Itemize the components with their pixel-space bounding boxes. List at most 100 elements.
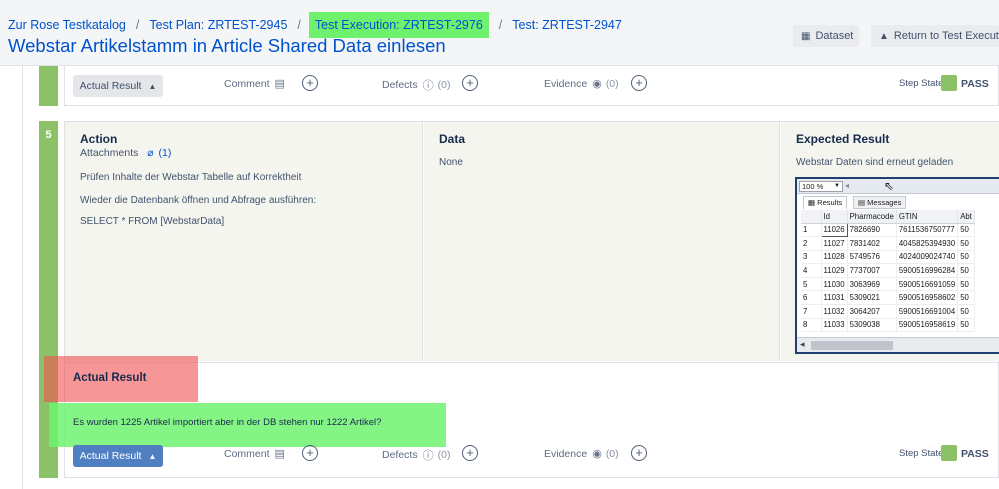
step-state-label: Step State: [899, 78, 944, 89]
actual-result-label: Actual Result: [79, 80, 142, 92]
info-icon: ⓘ: [422, 80, 434, 92]
cell: 11026: [820, 222, 848, 238]
row-number: 5: [801, 277, 822, 292]
double-chevron-up-icon: ▲: [148, 81, 157, 91]
return-to-test-execution-button[interactable]: ▲ Return to Test Execution: [871, 25, 999, 47]
column-header: Id: [821, 210, 848, 224]
attachments-count[interactable]: (1): [159, 147, 172, 159]
step-toolbar: Actual Result ▲ Comment ▤ + Defects ⓘ (0…: [65, 75, 999, 101]
step-state-value[interactable]: PASS: [961, 448, 989, 460]
add-comment-button[interactable]: +: [302, 445, 318, 461]
add-defect-button[interactable]: +: [462, 445, 478, 461]
eye-icon: ◉: [592, 78, 602, 90]
step-status-stripe: [39, 66, 58, 106]
add-evidence-button[interactable]: +: [631, 75, 647, 91]
row-number: 3: [801, 250, 822, 265]
table-row: 4 11029 7737007 5900516996284 50: [801, 263, 975, 278]
step-toolbar: Actual Result ▲ Comment ▤ + Defects ⓘ (0…: [65, 445, 999, 471]
cell: 11031: [821, 290, 848, 306]
comment-icon: ▤: [274, 448, 285, 460]
cell: 11027: [821, 236, 848, 251]
defects-control[interactable]: Defects ⓘ (0): [382, 77, 450, 93]
mouse-cursor-icon: ⇖: [884, 179, 895, 193]
cell: 7826690: [847, 223, 897, 238]
table-icon: ▦: [801, 30, 811, 42]
breadcrumb-test-plan[interactable]: Test Plan: ZRTEST-2945: [149, 18, 287, 32]
cell: 4045825394930: [896, 236, 959, 251]
evidence-count: (0): [605, 77, 619, 90]
dropdown-arrow-icon: ▼: [834, 183, 840, 189]
defects-count: (0): [437, 449, 451, 461]
page-header: Zur Rose Testkatalog / Test Plan: ZRTEST…: [0, 0, 999, 66]
cell: 50: [957, 304, 975, 319]
add-defect-button[interactable]: +: [462, 75, 478, 91]
evidence-control[interactable]: Evidence ◉ (0): [544, 447, 619, 461]
data-column: Data None: [424, 122, 780, 361]
cell: 50: [957, 223, 975, 238]
row-number: 4: [801, 263, 822, 278]
expected-result-column: Expected Result Webstar Daten sind erneu…: [781, 122, 999, 361]
row-number: 8: [801, 318, 822, 333]
cell: 50: [957, 318, 975, 333]
table-row: 3 11028 5749576 4024009024740 50: [801, 250, 975, 265]
cell: 5749576: [847, 250, 897, 265]
row-number: 2: [801, 236, 822, 251]
defects-count: (0): [437, 79, 451, 91]
breadcrumb-separator: /: [498, 18, 503, 32]
add-evidence-button[interactable]: +: [631, 445, 647, 461]
evidence-control[interactable]: Evidence ◉ (0): [544, 77, 619, 91]
caret-up-icon: ▲: [879, 30, 889, 42]
add-comment-button[interactable]: +: [302, 75, 318, 91]
actual-result-label: Actual Result: [79, 450, 142, 462]
cell: 11032: [821, 304, 848, 319]
eye-icon: ◉: [592, 448, 602, 460]
action-text-line: SELECT * FROM [WebstarData]: [80, 216, 225, 227]
action-text-line: Wieder die Datenbank öffnen und Abfrage …: [80, 195, 317, 206]
table-row: 5 11030 3063969 5900516691059 50: [801, 277, 975, 292]
dataset-button[interactable]: ▦ Dataset: [793, 25, 859, 47]
cell: 3064207: [847, 304, 897, 319]
query-results-screenshot: 100 % ▼ ◂ ⇖ ▦ Results ▤ Messages Id Phar…: [795, 177, 999, 354]
actual-result-toggle-button[interactable]: Actual Result ▲: [73, 445, 163, 467]
step-card: Actual Result ▲ Comment ▤ + Defects ⓘ (0…: [64, 66, 999, 106]
breadcrumb-test-catalog[interactable]: Zur Rose Testkatalog: [8, 18, 126, 32]
results-tab: ▦ Results: [803, 196, 848, 209]
breadcrumb-separator: /: [297, 18, 301, 32]
step-state-indicator[interactable]: [941, 75, 957, 91]
breadcrumb-test[interactable]: Test: ZRTEST-2947: [512, 18, 622, 32]
results-tab-label: Results: [817, 198, 843, 207]
row-number: 7: [801, 304, 822, 319]
cell: 5309021: [847, 290, 897, 306]
cell: 11033: [821, 318, 848, 333]
cell: 11030: [821, 277, 848, 292]
comment-control[interactable]: Comment ▤: [224, 77, 285, 91]
cell: 50: [957, 250, 975, 265]
table-row: 1 11026 7826690 7611536750777 50: [801, 222, 975, 238]
step-card: Action Attachments ⌀ (1) Prüfen Inhalte …: [44, 121, 999, 478]
comment-control[interactable]: Comment ▤: [224, 447, 285, 461]
step-state-indicator[interactable]: [941, 445, 957, 461]
cell: 7737007: [847, 263, 897, 278]
step-state-label: Step State: [899, 448, 944, 459]
cell: 5309038: [847, 318, 897, 333]
paperclip-icon[interactable]: ⌀: [147, 147, 153, 159]
data-title: Data: [439, 132, 466, 146]
scroll-left-icon: ◂: [845, 181, 850, 190]
return-label: Return to Test Execution: [893, 30, 999, 42]
attachments-row: Attachments ⌀ (1): [80, 147, 171, 159]
expected-result-title: Expected Result: [796, 132, 890, 146]
actual-result-toggle-button[interactable]: Actual Result ▲: [73, 75, 163, 97]
actual-result-text[interactable]: Es wurden 1225 Artikel importiert aber i…: [73, 417, 381, 428]
cell: 5900516958602: [896, 290, 959, 306]
table-row: 7 11032 3064207 5900516691004 50: [801, 304, 975, 319]
actual-result-section: Actual Result Es wurden 1225 Artikel imp…: [44, 356, 999, 447]
cell: 5900516691004: [896, 304, 959, 319]
messages-tab: ▤ Messages: [853, 196, 907, 209]
messages-tab-label: Messages: [867, 198, 902, 207]
cell: 3063969: [847, 277, 897, 292]
zoom-value: 100 %: [802, 182, 824, 191]
actual-result-title: Actual Result: [73, 372, 147, 384]
step-state-value[interactable]: PASS: [961, 78, 989, 90]
step-number: 5: [45, 129, 52, 141]
defects-control[interactable]: Defects ⓘ (0): [382, 447, 450, 463]
